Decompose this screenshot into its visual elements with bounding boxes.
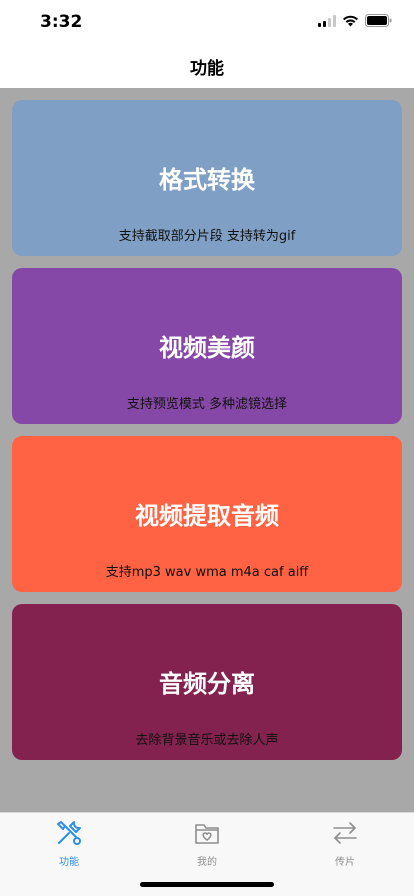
card-title: 音频分离 <box>159 670 255 698</box>
page-title: 功能 <box>190 58 224 79</box>
card-subtitle: 支持预览模式 多种滤镜选择 <box>126 397 288 412</box>
signal-icon <box>318 14 336 27</box>
tab-mine[interactable]: 我的 <box>138 819 276 869</box>
tab-label: 传片 <box>335 857 355 868</box>
card-title: 视频提取音频 <box>135 502 279 530</box>
card-subtitle: 支持截取部分片段 支持转为gif <box>118 229 296 244</box>
status-time: 3:32 <box>40 12 83 32</box>
card-extract-audio[interactable]: 视频提取音频 支持mp3 wav wma m4a caf aiff <box>12 436 402 592</box>
home-indicator <box>140 882 274 887</box>
card-format-convert[interactable]: 格式转换 支持截取部分片段 支持转为gif <box>12 100 402 256</box>
card-audio-separate[interactable]: 音频分离 去除背景音乐或去除人声 <box>12 604 402 760</box>
tab-label: 功能 <box>59 857 79 868</box>
card-video-beauty[interactable]: 视频美颜 支持预览模式 多种滤镜选择 <box>12 268 402 424</box>
folder-heart-icon <box>195 824 219 844</box>
card-title: 格式转换 <box>159 166 255 194</box>
card-subtitle: 支持mp3 wav wma m4a caf aiff <box>105 565 309 580</box>
card-subtitle: 去除背景音乐或去除人声 <box>135 733 279 748</box>
tab-label: 我的 <box>197 857 217 868</box>
status-icons <box>318 14 392 27</box>
tab-features[interactable]: 功能 <box>0 819 138 869</box>
nav-bar: 功能 <box>0 44 414 88</box>
battery-icon <box>365 14 392 27</box>
tools-icon <box>57 821 81 845</box>
transfer-arrows-icon <box>333 822 357 844</box>
tab-transfer[interactable]: 传片 <box>276 819 414 869</box>
card-title: 视频美颜 <box>159 334 255 362</box>
feature-list: 格式转换 支持截取部分片段 支持转为gif 视频美颜 支持预览模式 多种滤镜选择… <box>0 88 414 812</box>
wifi-icon <box>343 15 358 26</box>
status-bar: 3:32 <box>0 0 414 44</box>
